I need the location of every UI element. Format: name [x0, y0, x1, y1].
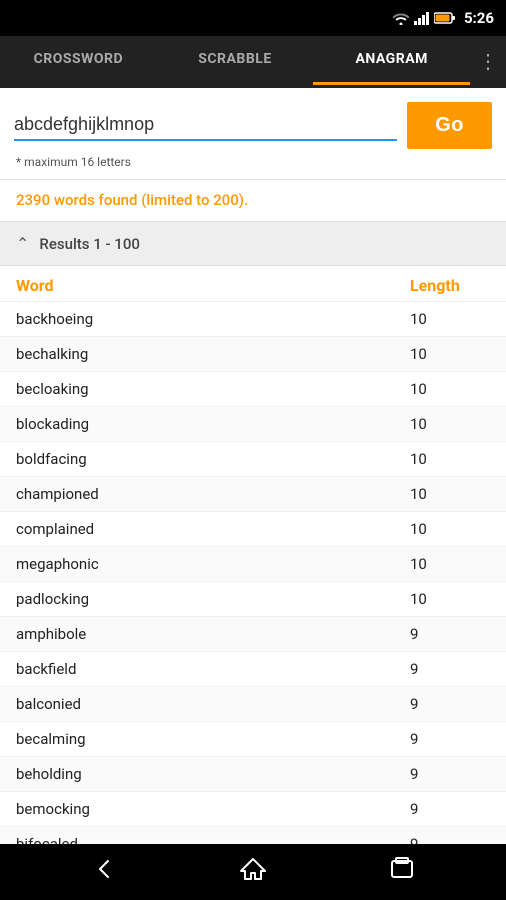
word-row: amphibole 9 — [0, 617, 506, 652]
length-cell: 10 — [410, 380, 490, 398]
word-row: blockading 10 — [0, 407, 506, 442]
word-row: megaphonic 10 — [0, 547, 506, 582]
word-cell: bemocking — [16, 800, 410, 818]
length-cell: 10 — [410, 310, 490, 328]
recents-button[interactable] — [368, 847, 436, 897]
more-icon: ⋮ — [478, 51, 498, 71]
word-row: backhoeing 10 — [0, 302, 506, 337]
word-row: bechalking 10 — [0, 337, 506, 372]
collapse-icon[interactable]: ⌃ — [16, 234, 29, 253]
tab-scrabble[interactable]: SCRABBLE — [157, 36, 314, 85]
word-cell: padlocking — [16, 590, 410, 608]
word-rows-container: backhoeing 10 bechalking 10 becloaking 1… — [0, 302, 506, 844]
word-row: becloaking 10 — [0, 372, 506, 407]
word-row: bemocking 9 — [0, 792, 506, 827]
word-cell: bechalking — [16, 345, 410, 363]
word-cell: championed — [16, 485, 410, 503]
max-letters-note: * maximum 16 letters — [14, 155, 492, 169]
status-time: 5:26 — [464, 9, 494, 27]
length-cell: 10 — [410, 345, 490, 363]
tab-crossword[interactable]: CROSSWORD — [0, 36, 157, 85]
word-cell: megaphonic — [16, 555, 410, 573]
tab-anagram[interactable]: ANAGRAM — [313, 36, 470, 85]
column-length-header: Length — [410, 276, 490, 295]
results-found-section: 2390 words found (limited to 200). — [0, 180, 506, 222]
go-button[interactable]: Go — [407, 102, 492, 149]
word-row: bifocaled 9 — [0, 827, 506, 844]
word-cell: complained — [16, 520, 410, 538]
length-cell: 9 — [410, 800, 490, 818]
home-button[interactable] — [219, 847, 287, 897]
results-range: Results 1 - 100 — [39, 235, 139, 253]
word-cell: balconied — [16, 695, 410, 713]
word-cell: boldfacing — [16, 450, 410, 468]
length-cell: 9 — [410, 730, 490, 748]
word-row: boldfacing 10 — [0, 442, 506, 477]
recents-icon — [388, 855, 416, 883]
word-cell: beholding — [16, 765, 410, 783]
word-row: backfield 9 — [0, 652, 506, 687]
search-row: Go — [14, 102, 492, 149]
length-cell: 9 — [410, 835, 490, 844]
length-cell: 9 — [410, 695, 490, 713]
word-cell: blockading — [16, 415, 410, 433]
word-cell: becalming — [16, 730, 410, 748]
wifi-icon — [392, 11, 410, 25]
length-cell: 10 — [410, 450, 490, 468]
word-row: complained 10 — [0, 512, 506, 547]
word-row: padlocking 10 — [0, 582, 506, 617]
word-cell: bifocaled — [16, 835, 410, 844]
back-icon — [90, 855, 118, 883]
word-cell: amphibole — [16, 625, 410, 643]
search-area: Go * maximum 16 letters — [0, 88, 506, 180]
length-cell: 10 — [410, 590, 490, 608]
column-word-header: Word — [16, 276, 410, 295]
word-row: beholding 9 — [0, 757, 506, 792]
word-list: Word Length backhoeing 10 bechalking 10 … — [0, 266, 506, 844]
word-cell: backfield — [16, 660, 410, 678]
word-row: becalming 9 — [0, 722, 506, 757]
back-button[interactable] — [70, 847, 138, 897]
signal-icon — [414, 11, 430, 25]
search-input[interactable] — [14, 114, 397, 135]
word-list-header: Word Length — [0, 266, 506, 302]
length-cell: 10 — [410, 415, 490, 433]
length-cell: 9 — [410, 765, 490, 783]
menu-button[interactable]: ⋮ — [470, 36, 506, 85]
word-row: balconied 9 — [0, 687, 506, 722]
status-icons: 5:26 — [392, 9, 494, 27]
home-icon — [239, 855, 267, 883]
length-cell: 10 — [410, 555, 490, 573]
search-input-wrap — [14, 110, 397, 141]
length-cell: 9 — [410, 660, 490, 678]
length-cell: 10 — [410, 520, 490, 538]
length-cell: 9 — [410, 625, 490, 643]
tab-bar: CROSSWORD SCRABBLE ANAGRAM ⋮ — [0, 36, 506, 88]
results-header: ⌃ Results 1 - 100 — [0, 222, 506, 266]
bottom-nav — [0, 844, 506, 900]
battery-icon — [434, 11, 456, 25]
results-found-text: 2390 words found (limited to 200). — [16, 191, 248, 209]
word-cell: backhoeing — [16, 310, 410, 328]
word-cell: becloaking — [16, 380, 410, 398]
length-cell: 10 — [410, 485, 490, 503]
status-bar: 5:26 — [0, 0, 506, 36]
word-row: championed 10 — [0, 477, 506, 512]
